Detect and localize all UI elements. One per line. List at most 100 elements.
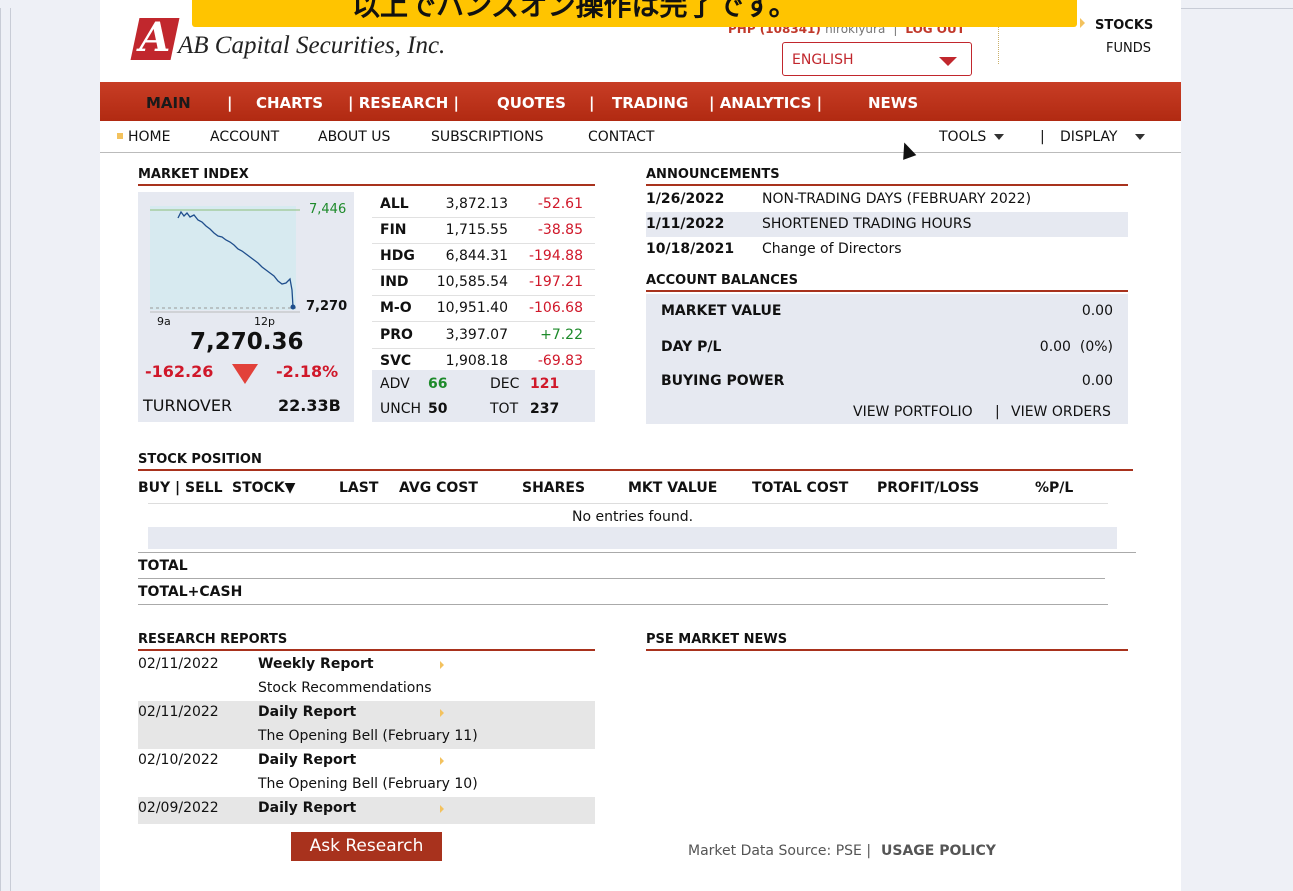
subnav-subscriptions[interactable]: SUBSCRIPTIONS (431, 129, 544, 145)
arrow-right-icon (440, 757, 444, 765)
research-report-item[interactable]: 02/11/2022 Weekly Report Stock Recommendat… (138, 653, 595, 701)
display-menu[interactable]: DISPLAY (1060, 129, 1146, 145)
nav-news[interactable]: NEWS (868, 94, 918, 112)
view-orders-link[interactable]: VIEW ORDERS (1011, 404, 1111, 420)
nav-main[interactable]: MAIN (146, 94, 191, 112)
nav-charts[interactable]: CHARTS (256, 94, 323, 112)
chart-high-label: 7,446 (309, 202, 347, 217)
col-mkt-value[interactable]: MKT VALUE (628, 480, 717, 496)
index-value: 3,872.13 (445, 196, 508, 212)
col-last[interactable]: LAST (339, 480, 378, 496)
market-value-label: MARKET VALUE (661, 303, 782, 319)
chevron-down-icon (1135, 134, 1146, 140)
report-date: 02/09/2022 (138, 800, 219, 816)
chevron-down-icon (939, 57, 957, 66)
chart-x-label: 12p (254, 315, 275, 328)
index-value: 1,908.18 (445, 353, 508, 369)
chevron-down-icon (994, 134, 1005, 140)
index-row[interactable]: HDG 6,844.31 -194.88 (372, 244, 595, 270)
index-value: 1,715.55 (445, 222, 508, 238)
market-data-source: Market Data Source: PSE | (688, 843, 872, 859)
col-avg-cost[interactable]: AVG COST (399, 480, 478, 496)
research-report-item[interactable]: 02/10/2022 Daily Report The Opening Bell (… (138, 749, 595, 797)
tab-funds[interactable]: FUNDS (1106, 41, 1151, 56)
language-value: ENGLISH (792, 52, 854, 68)
subnav-account[interactable]: ACCOUNT (210, 129, 279, 145)
ask-research-button[interactable]: Ask Research (291, 832, 442, 861)
last-point (290, 304, 296, 310)
index-row[interactable]: PRO 3,397.07 +7.22 (372, 323, 595, 349)
announcement-link[interactable]: Change of Directors (762, 241, 902, 257)
chart-area (150, 206, 296, 310)
report-title: Daily Report (258, 800, 357, 816)
index-name: IND (380, 274, 409, 290)
report-subtitle: The Opening Bell (February 10) (258, 776, 478, 792)
index-row[interactable]: FIN 1,715.55 -38.85 (372, 218, 595, 244)
index-name: M-O (380, 300, 412, 316)
divider (138, 604, 1108, 605)
index-row[interactable]: ALL 3,872.13 -52.61 (372, 192, 595, 218)
research-report-item[interactable]: 02/09/2022 Daily Report (138, 797, 595, 824)
usage-policy-link[interactable]: USAGE POLICY (881, 843, 996, 859)
col-buy-sell: BUY | SELL (138, 480, 223, 496)
report-subtitle: The Opening Bell (February 11) (258, 728, 478, 744)
buying-power-label: BUYING POWER (661, 373, 785, 389)
index-change: -52.61 (537, 196, 583, 212)
nav-sep: | (589, 94, 595, 112)
index-row[interactable]: M-O 10,951.40 -106.68 (372, 296, 595, 322)
index-change: -197.21 (528, 274, 583, 290)
tools-menu[interactable]: TOOLS (939, 129, 1005, 145)
active-bullet-icon (117, 133, 123, 139)
total-label: TOTAL (138, 558, 188, 574)
psei-pct: -2.18% (276, 362, 339, 381)
window-edge (10, 8, 11, 891)
report-title: Weekly Report (258, 656, 374, 672)
index-change: +7.22 (540, 327, 583, 343)
chart-last-label: 7,270 (306, 299, 348, 314)
main-nav: MAIN | CHARTS | RESEARCH | QUOTES | TRAD… (100, 82, 1181, 121)
nav-quotes[interactable]: QUOTES (497, 94, 566, 112)
subnav-contact[interactable]: CONTACT (588, 129, 654, 145)
col-shares[interactable]: SHARES (522, 480, 585, 496)
col-stock[interactable]: STOCK▼ (232, 480, 295, 496)
empty-message: No entries found. (572, 509, 694, 525)
col-pct-pl[interactable]: %P/L (1035, 480, 1073, 496)
report-date: 02/11/2022 (138, 704, 219, 720)
account-balances-heading: ACCOUNT BALANCES (646, 273, 1128, 292)
report-date: 02/10/2022 (138, 752, 219, 768)
index-change: -69.83 (537, 353, 583, 369)
unch-value: 50 (428, 401, 448, 417)
view-portfolio-link[interactable]: VIEW PORTFOLIO (853, 404, 973, 420)
index-value: 10,951.40 (436, 300, 508, 316)
arrow-right-icon (440, 661, 444, 669)
market-index-heading: MARKET INDEX (138, 167, 595, 186)
notice-banner: 以上でハンズオン操作は完了です。 (192, 0, 1077, 27)
tab-stocks[interactable]: STOCKS (1095, 18, 1153, 33)
row-stripe (148, 527, 1117, 549)
tools-label: TOOLS (939, 129, 987, 145)
research-report-item[interactable]: 02/11/2022 Daily Report The Opening Bell (… (138, 701, 595, 749)
col-profit-loss[interactable]: PROFIT/LOSS (877, 480, 979, 496)
adv-value: 66 (428, 376, 448, 392)
index-value: 10,585.54 (436, 274, 508, 290)
index-name: SVC (380, 353, 412, 369)
index-value: 3,397.07 (445, 327, 508, 343)
language-select[interactable]: ENGLISH (782, 42, 972, 76)
nav-trading[interactable]: TRADING (612, 94, 688, 112)
link-sep: | (995, 404, 1000, 420)
subnav-home[interactable]: HOME (128, 129, 170, 145)
nav-research[interactable]: | RESEARCH | (348, 94, 459, 112)
nav-sep: | (227, 94, 233, 112)
tot-value: 237 (530, 401, 560, 417)
index-row[interactable]: IND 10,585.54 -197.21 (372, 270, 595, 296)
divider (138, 552, 1136, 553)
banner-text: 以上でハンズオン操作は完了です。 (352, 0, 797, 22)
day-pl-label: DAY P/L (661, 339, 722, 355)
index-change: -38.85 (537, 222, 583, 238)
subnav-about-us[interactable]: ABOUT US (318, 129, 390, 145)
announcement-link[interactable]: NON-TRADING DAYS (FEBRUARY 2022) (762, 191, 1031, 207)
nav-analytics[interactable]: | ANALYTICS | (709, 94, 822, 112)
window-edge (0, 8, 1, 891)
announcement-link[interactable]: SHORTENED TRADING HOURS (762, 216, 971, 232)
col-total-cost[interactable]: TOTAL COST (752, 480, 848, 496)
